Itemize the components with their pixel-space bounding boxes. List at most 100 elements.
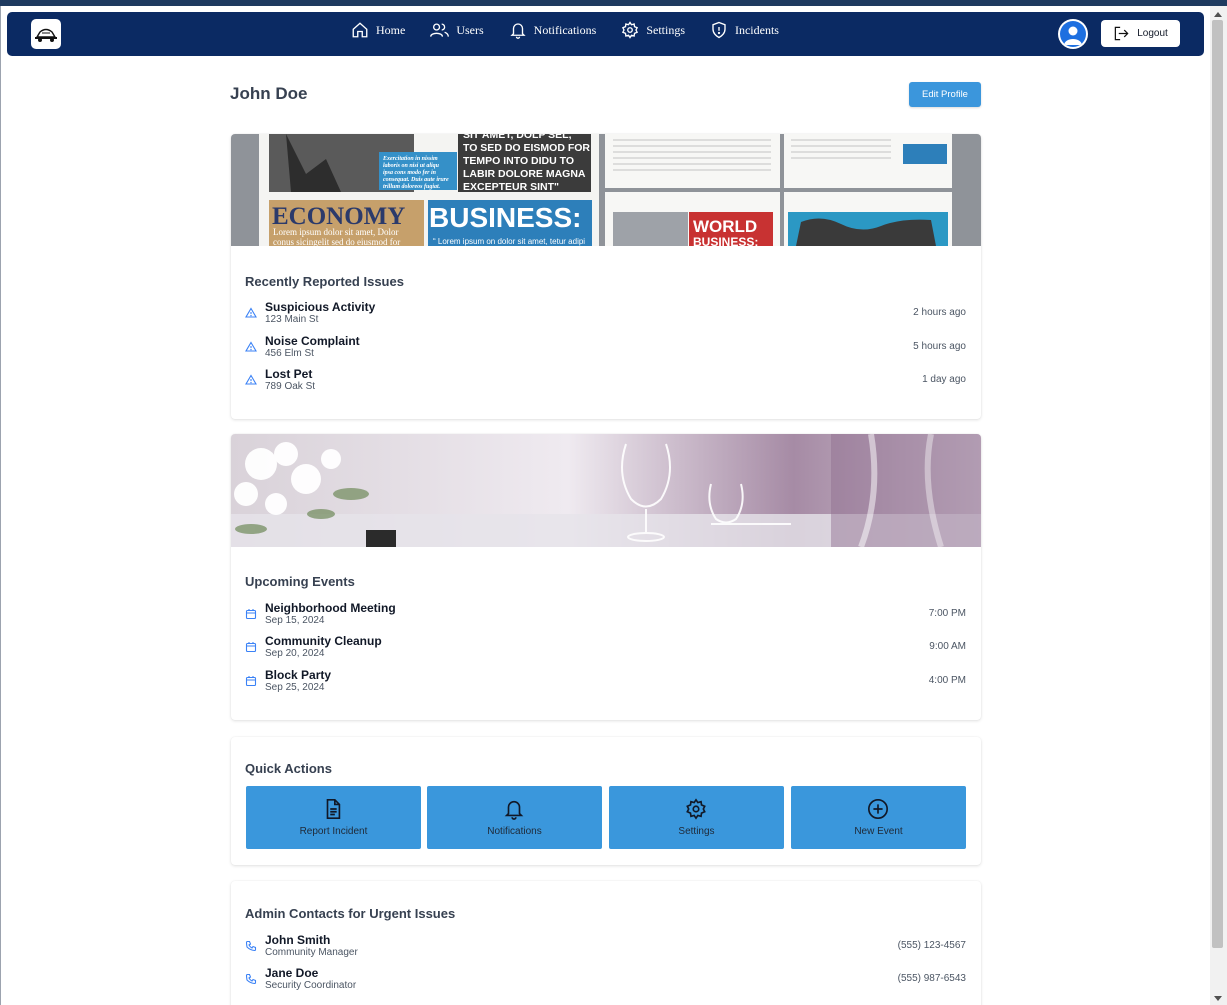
logout-icon [1114,26,1129,41]
events-card: Upcoming Events Neighborhood Meeting Sep… [231,434,981,720]
event-date: Sep 20, 2024 [265,648,325,659]
svg-text:Lorem ipsum dolor sit amet, Do: Lorem ipsum dolor sit amet, Dolor conus … [273,227,401,246]
user-avatar[interactable] [1058,19,1088,49]
nav-incidents[interactable]: Incidents [710,21,779,39]
warning-icon [245,341,257,352]
notifications-label: Notifications [487,826,542,837]
new-event-label: New Event [854,826,903,837]
event-title: Community Cleanup [265,634,382,648]
svg-text:BUSINESS:: BUSINESS: [693,235,758,246]
users-icon [430,23,450,37]
issue-row[interactable]: Lost Pet 789 Oak St 1 day ago [245,367,966,395]
event-row[interactable]: Community Cleanup Sep 20, 2024 9:00 AM [245,634,966,662]
banner-economy: ECONOMY [272,203,405,230]
nav-notifications[interactable]: Notifications [509,21,597,39]
issue-address: 789 Oak St [265,381,316,392]
phone-icon [245,973,257,985]
app-logo[interactable] [31,19,61,49]
issue-row[interactable]: Noise Complaint 456 Elm St 5 hours ago [245,334,966,362]
warning-icon [245,307,257,318]
nav-links: Home Users Notifications Settings Incide… [351,12,804,48]
banner-world: WORLD [693,217,757,236]
issue-time: 2 hours ago [913,307,966,318]
nav-users[interactable]: Users [430,21,484,39]
newspaper-banner-image: SIT AMET, DOLP SEL, TO SED DO EISMOD FOR… [231,134,981,246]
issues-title: Recently Reported Issues [245,274,404,289]
phone-icon [245,940,257,952]
nav-settings-label: Settings [646,22,685,37]
issue-address: 456 Elm St [265,348,314,359]
event-time: 4:00 PM [928,675,966,686]
browser-top-strip [0,0,1227,6]
report-incident-label: Report Incident [299,826,368,837]
bell-icon [504,800,524,820]
quick-actions-title: Quick Actions [245,761,332,776]
warning-icon [245,374,257,385]
nav-notifications-label: Notifications [533,22,597,37]
event-row[interactable]: Block Party Sep 25, 2024 4:00 PM [245,668,966,696]
settings-button[interactable]: Settings [609,786,784,849]
event-date: Sep 15, 2024 [265,615,325,626]
issue-title: Lost Pet [265,367,313,381]
report-incident-button[interactable]: Report Incident [246,786,421,849]
gear-icon [686,798,706,820]
scroll-up-arrow[interactable] [1214,12,1222,17]
issue-row[interactable]: Suspicious Activity 123 Main St 2 hours … [245,300,966,328]
event-date: Sep 25, 2024 [265,682,325,693]
quick-actions-card: Quick Actions Report Incident Notificati… [231,737,981,865]
contacts-title: Admin Contacts for Urgent Issues [245,906,456,921]
calendar-icon [245,609,257,620]
top-navbar: Home Users Notifications Settings Incide… [7,12,1204,56]
event-title: Block Party [265,668,332,682]
contact-name: John Smith [265,933,331,947]
nav-settings[interactable]: Settings [621,21,685,39]
nav-users-label: Users [456,22,484,37]
calendar-icon [245,676,257,687]
window-border [0,6,1,1005]
issue-time: 1 day ago [922,374,966,385]
contact-role: Community Manager [265,947,358,958]
svg-text:“ Lorem ipsum on dolor sit ame: “ Lorem ipsum on dolor sit amet, tetur a… [433,237,585,246]
banner-business: BUSINESS: [429,202,581,233]
event-table-banner-image [231,434,981,547]
issue-address: 123 Main St [265,314,319,325]
contact-row[interactable]: Jane Doe Security Coordinator (555) 987-… [245,966,966,994]
logout-button[interactable]: Logout [1101,20,1180,47]
issue-title: Noise Complaint [265,334,360,348]
notifications-button[interactable]: Notifications [427,786,602,849]
new-event-button[interactable]: New Event [791,786,966,849]
edit-profile-button[interactable]: Edit Profile [909,82,981,107]
event-time: 9:00 AM [929,641,966,652]
scrollbar-thumb[interactable] [1212,20,1223,948]
profile-name: John Doe [230,84,308,103]
page-scrollbar[interactable] [1210,6,1227,1005]
home-icon [352,22,368,38]
contact-row[interactable]: John Smith Community Manager (555) 123-4… [245,933,966,961]
event-title: Neighborhood Meeting [265,601,396,615]
events-title: Upcoming Events [245,574,355,589]
user-avatar-icon [1064,26,1082,45]
car-logo-icon [35,28,57,42]
nav-home-label: Home [376,22,406,37]
contacts-card: Admin Contacts for Urgent Issues John Sm… [231,881,981,1005]
nav-incidents-label: Incidents [734,22,779,37]
nav-home[interactable]: Home [351,21,405,39]
scroll-down-arrow[interactable] [1214,996,1222,1001]
contact-phone[interactable]: (555) 123-4567 [898,940,966,951]
contact-role: Security Coordinator [265,980,357,991]
plus-circle-icon [868,799,888,819]
issue-title: Suspicious Activity [265,300,376,314]
issue-time: 5 hours ago [913,341,966,352]
calendar-icon [245,642,257,653]
gear-icon [622,21,639,39]
issues-card: SIT AMET, DOLP SEL, TO SED DO EISMOD FOR… [231,134,981,419]
event-row[interactable]: Neighborhood Meeting Sep 15, 2024 7:00 P… [245,601,966,629]
event-time: 7:00 PM [928,608,966,619]
bell-icon [510,23,526,39]
logout-label: Logout [1137,28,1168,39]
document-icon [326,799,341,819]
settings-label: Settings [678,826,715,837]
shield-alert-icon [712,21,726,39]
contact-phone[interactable]: (555) 987-6543 [898,973,966,984]
contact-name: Jane Doe [265,966,319,980]
